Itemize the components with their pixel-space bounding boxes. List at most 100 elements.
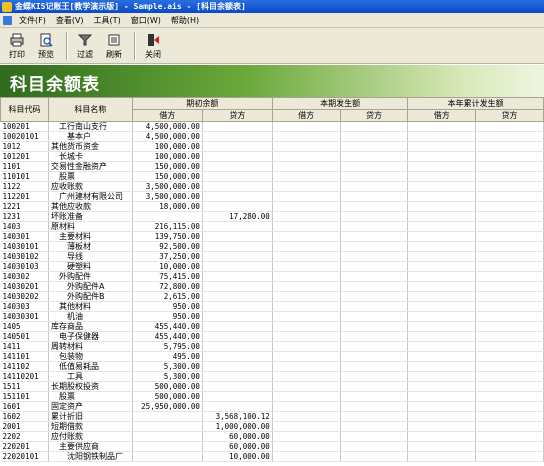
- header-ytd-amount[interactable]: 本年累计发生额: [407, 97, 544, 110]
- cell-opening-debit: 150,000.00: [132, 171, 203, 182]
- cell-period-debit: [272, 121, 341, 132]
- cell-account-code: 1122: [0, 181, 49, 192]
- table-row[interactable]: 1221 其他应收款 18,000.00: [0, 201, 544, 212]
- cell-period-credit: [340, 341, 409, 352]
- table-row[interactable]: 140303 其他材料 950.00: [0, 301, 544, 312]
- cell-account-name: 机油: [48, 311, 133, 322]
- cell-ytd-debit: [407, 311, 477, 322]
- header-credit[interactable]: 贷方: [475, 109, 544, 122]
- table-row[interactable]: 14030103 硬塑料 10,000.00: [0, 261, 544, 272]
- cell-account-code: 141102: [0, 361, 49, 372]
- cell-ytd-debit: [407, 451, 477, 462]
- cell-account-name: 沈阳钢铁制品厂: [48, 451, 133, 462]
- app-icon: [2, 1, 12, 12]
- table-row[interactable]: 141101 包装物 495.00: [0, 351, 544, 362]
- menu-file[interactable]: 文件(F): [14, 15, 51, 26]
- header-opening-balance[interactable]: 期初余额: [131, 97, 273, 110]
- cell-account-name: 工具: [48, 371, 133, 382]
- table-row[interactable]: 110101 股票 150,000.00: [0, 171, 544, 182]
- balance-grid[interactable]: 科目代码 科目名称 期初余额 本期发生额 本年累计发生额 借方 贷方 借方 贷方…: [0, 97, 544, 466]
- header-period-amount[interactable]: 本期发生额: [271, 97, 409, 110]
- table-row[interactable]: 14030102 导线 37,250.00: [0, 251, 544, 262]
- menu-window[interactable]: 窗口(W): [126, 15, 166, 26]
- table-row[interactable]: 1602 累计折旧 3,568,100.12: [0, 411, 544, 422]
- cell-account-code: 14110201: [0, 371, 49, 382]
- cell-ytd-credit: [475, 171, 544, 182]
- cell-account-name: 薄板材: [48, 241, 133, 252]
- document-icon[interactable]: [3, 15, 12, 25]
- table-row[interactable]: 1122 应收账款 3,500,000.00: [0, 181, 544, 192]
- table-row[interactable]: 2202 应付账款 60,000.00: [0, 431, 544, 442]
- table-row[interactable]: 220201 主要供应商 60,000.00: [0, 441, 544, 452]
- table-row[interactable]: 101201 长城卡 100,000.00: [0, 151, 544, 162]
- table-row[interactable]: 1403 原材料 216,115.00: [0, 221, 544, 232]
- table-row[interactable]: 140501 电子保健器 455,440.00: [0, 331, 544, 342]
- table-row[interactable]: 14030202 外购配件B 2,615.00: [0, 291, 544, 302]
- cell-account-name: 应收账款: [48, 181, 133, 192]
- table-row[interactable]: 1231 坏账准备 17,280.00: [0, 211, 544, 222]
- cell-opening-credit: [202, 241, 273, 252]
- cell-ytd-credit: [475, 211, 544, 222]
- cell-opening-credit: 3,568,100.12: [202, 411, 273, 422]
- cell-account-name: 包装物: [48, 351, 133, 362]
- table-row[interactable]: 1601 固定资产 25,950,000.00: [0, 401, 544, 412]
- preview-icon: [39, 33, 53, 47]
- refresh-button[interactable]: 刷新: [101, 30, 127, 62]
- cell-account-code: 2202: [0, 431, 49, 442]
- cell-ytd-credit: [475, 201, 544, 212]
- title-bar: 金蝶KIS记账王[教学演示版] - Sample.ais - [科目余额表]: [0, 0, 544, 13]
- menu-tools[interactable]: 工具(T): [89, 15, 126, 26]
- cell-account-name: 固定资产: [48, 401, 133, 412]
- menu-view[interactable]: 查看(V): [51, 15, 89, 26]
- print-button[interactable]: 打印: [4, 30, 30, 62]
- filter-button[interactable]: 过滤: [72, 30, 98, 62]
- header-debit[interactable]: 借方: [407, 109, 477, 122]
- menu-help[interactable]: 帮助(H): [166, 15, 204, 26]
- cell-opening-credit: [202, 341, 273, 352]
- table-row[interactable]: 100201 工行南山支行 4,500,000.00: [0, 121, 544, 132]
- cell-opening-credit: [202, 301, 273, 312]
- table-row[interactable]: 22020101 沈阳钢铁制品厂 10,000.00: [0, 451, 544, 462]
- table-row[interactable]: 1411 周转材料 5,795.00: [0, 341, 544, 352]
- header-debit[interactable]: 借方: [271, 109, 341, 122]
- cell-opening-credit: 60,000.00: [202, 431, 273, 442]
- table-row[interactable]: 1405 库存商品 455,440.00: [0, 321, 544, 332]
- header-credit[interactable]: 贷方: [339, 109, 409, 122]
- cell-ytd-credit: [475, 411, 544, 422]
- table-row[interactable]: 14030201 外购配件A 72,800.00: [0, 281, 544, 292]
- header-debit[interactable]: 借方: [131, 109, 203, 122]
- table-row[interactable]: 140302 外购配件 75,415.00: [0, 271, 544, 282]
- cell-ytd-debit: [407, 221, 477, 232]
- table-row[interactable]: 1511 长期股权投资 500,000.00: [0, 381, 544, 392]
- table-row[interactable]: 14110201 工具 5,300.00: [0, 371, 544, 382]
- table-row[interactable]: 2001 短期借款 1,000,000.00: [0, 421, 544, 432]
- cell-ytd-credit: [475, 241, 544, 252]
- table-row[interactable]: 14030101 薄板材 92,500.00: [0, 241, 544, 252]
- cell-period-debit: [272, 301, 341, 312]
- cell-period-debit: [272, 191, 341, 202]
- table-row[interactable]: 1012 其他货币资金 100,000.00: [0, 141, 544, 152]
- table-row[interactable]: 1101 交易性金融资产 150,000.00: [0, 161, 544, 172]
- header-credit[interactable]: 贷方: [201, 109, 273, 122]
- cell-ytd-debit: [407, 261, 477, 272]
- close-button[interactable]: 关闭: [140, 30, 166, 62]
- cell-opening-debit: 5,300.00: [132, 371, 203, 382]
- header-code[interactable]: 科目代码: [0, 97, 49, 122]
- table-row[interactable]: 141102 低值易耗品 5,300.00: [0, 361, 544, 372]
- table-row[interactable]: 112201 广州建材有限公司 3,500,000.00: [0, 191, 544, 202]
- cell-period-credit: [340, 311, 409, 322]
- preview-button[interactable]: 预览: [33, 30, 59, 62]
- cell-ytd-credit: [475, 251, 544, 262]
- cell-period-debit: [272, 131, 341, 142]
- cell-period-debit: [272, 331, 341, 342]
- cell-account-code: 1601: [0, 401, 49, 412]
- table-row[interactable]: 140301 主要材料 139,750.00: [0, 231, 544, 242]
- header-name[interactable]: 科目名称: [47, 97, 133, 122]
- cell-account-name: 股票: [48, 391, 133, 402]
- cell-opening-debit: 37,250.00: [132, 251, 203, 262]
- cell-opening-credit: [202, 401, 273, 412]
- table-row[interactable]: 10020101 基本户 4,500,000.00: [0, 131, 544, 142]
- cell-period-credit: [340, 241, 409, 252]
- table-row[interactable]: 151101 股票 500,000.00: [0, 391, 544, 402]
- table-row[interactable]: 14030301 机油 950.00: [0, 311, 544, 322]
